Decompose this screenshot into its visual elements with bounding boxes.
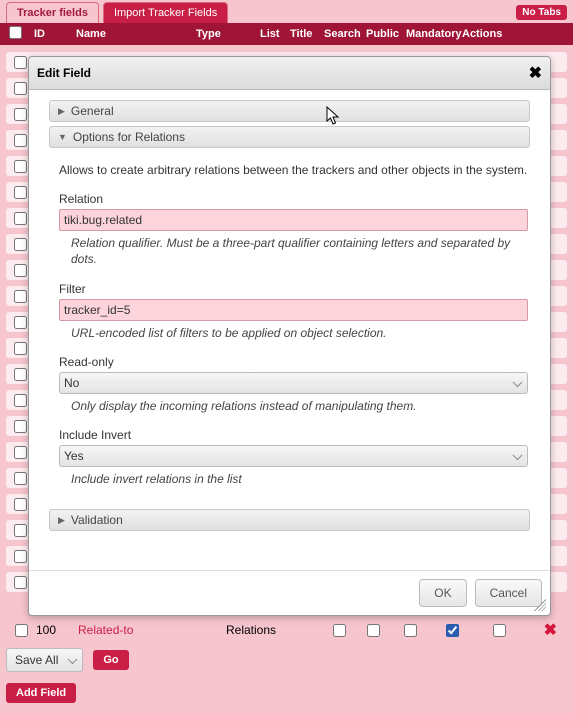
go-button[interactable]: Go (93, 650, 128, 670)
row-checkbox[interactable] (14, 186, 27, 199)
row-checkbox[interactable] (14, 342, 27, 355)
row-id: 100 (36, 623, 78, 637)
row-checkbox[interactable] (14, 446, 27, 459)
row-checkbox[interactable] (14, 212, 27, 225)
readonly-hint: Only display the incoming relations inst… (71, 398, 528, 414)
relation-hint: Relation qualifier. Must be a three-part… (71, 235, 528, 267)
readonly-select[interactable]: No (59, 372, 528, 394)
row-checkbox[interactable] (14, 524, 27, 537)
row-checkbox[interactable] (14, 108, 27, 121)
row-checkbox[interactable] (14, 56, 27, 69)
invert-label: Include Invert (59, 428, 528, 442)
row-checkbox[interactable] (14, 420, 27, 433)
row-mandatory-checkbox[interactable] (493, 624, 506, 637)
col-public: Public (362, 24, 402, 44)
readonly-label: Read-only (59, 355, 528, 369)
filter-hint: URL-encoded list of filters to be applie… (71, 325, 528, 341)
row-checkbox[interactable] (14, 160, 27, 173)
row-checkbox[interactable] (14, 550, 27, 563)
section-options-label: Options for Relations (73, 130, 185, 144)
row-checkbox[interactable] (14, 368, 27, 381)
filter-input[interactable] (59, 299, 528, 321)
row-checkbox[interactable] (14, 82, 27, 95)
modal-title: Edit Field (37, 66, 91, 80)
section-options[interactable]: ▼ Options for Relations (49, 126, 530, 148)
row-checkbox[interactable] (14, 290, 27, 303)
chevron-down-icon: ▼ (58, 132, 67, 142)
relation-input[interactable] (59, 209, 528, 231)
save-all-dropdown[interactable]: Save All (6, 648, 83, 672)
add-field-button[interactable]: Add Field (6, 683, 76, 703)
row-public-checkbox[interactable] (446, 624, 459, 637)
select-all-checkbox[interactable] (9, 26, 22, 39)
tab-import-tracker-fields[interactable]: Import Tracker Fields (103, 2, 228, 23)
col-type: Type (192, 24, 256, 44)
invert-hint: Include invert relations in the list (71, 471, 528, 487)
delete-icon[interactable]: ✖ (544, 620, 567, 640)
col-id: ID (30, 24, 72, 44)
section-general-label: General (71, 104, 114, 118)
row-checkbox[interactable] (15, 624, 28, 637)
section-options-content: Allows to create arbitrary relations bet… (49, 152, 530, 509)
col-list: List (256, 24, 286, 44)
row-checkbox[interactable] (14, 576, 27, 589)
row-checkbox[interactable] (14, 134, 27, 147)
section-validation-label: Validation (71, 513, 123, 527)
row-type: Relations (226, 623, 322, 637)
relation-label: Relation (59, 192, 528, 206)
col-title: Title (286, 24, 320, 44)
options-description: Allows to create arbitrary relations bet… (59, 162, 528, 178)
invert-select[interactable]: Yes (59, 445, 528, 467)
resize-handle[interactable] (534, 599, 546, 611)
cancel-button[interactable]: Cancel (475, 579, 542, 607)
filter-label: Filter (59, 282, 528, 296)
table-header: ID Name Type List Title Search Public Ma… (0, 23, 573, 45)
row-checkbox[interactable] (14, 394, 27, 407)
row-checkbox[interactable] (14, 472, 27, 485)
ok-button[interactable]: OK (419, 579, 466, 607)
section-validation[interactable]: ▶ Validation (49, 509, 530, 531)
row-checkbox[interactable] (14, 316, 27, 329)
tab-tracker-fields[interactable]: Tracker fields (6, 2, 99, 23)
row-title-checkbox[interactable] (367, 624, 380, 637)
row-search-checkbox[interactable] (404, 624, 417, 637)
no-tabs-button[interactable]: No Tabs (516, 5, 567, 20)
col-mandatory: Mandatory (402, 24, 458, 44)
row-name-link[interactable]: Related-to (78, 623, 226, 637)
row-list-checkbox[interactable] (333, 624, 346, 637)
close-icon[interactable]: ✖ (529, 63, 542, 83)
table-row: 100 Related-to Relations ✖ (6, 619, 567, 641)
chevron-right-icon: ▶ (58, 106, 65, 117)
edit-field-modal: Edit Field ✖ ▶ General ▼ Options for Rel… (28, 56, 551, 616)
chevron-right-icon: ▶ (58, 515, 65, 526)
col-search: Search (320, 24, 362, 44)
row-checkbox[interactable] (14, 498, 27, 511)
col-actions: Actions (458, 24, 573, 44)
section-general[interactable]: ▶ General (49, 100, 530, 122)
row-checkbox[interactable] (14, 238, 27, 251)
row-checkbox[interactable] (14, 264, 27, 277)
col-name: Name (72, 24, 192, 44)
